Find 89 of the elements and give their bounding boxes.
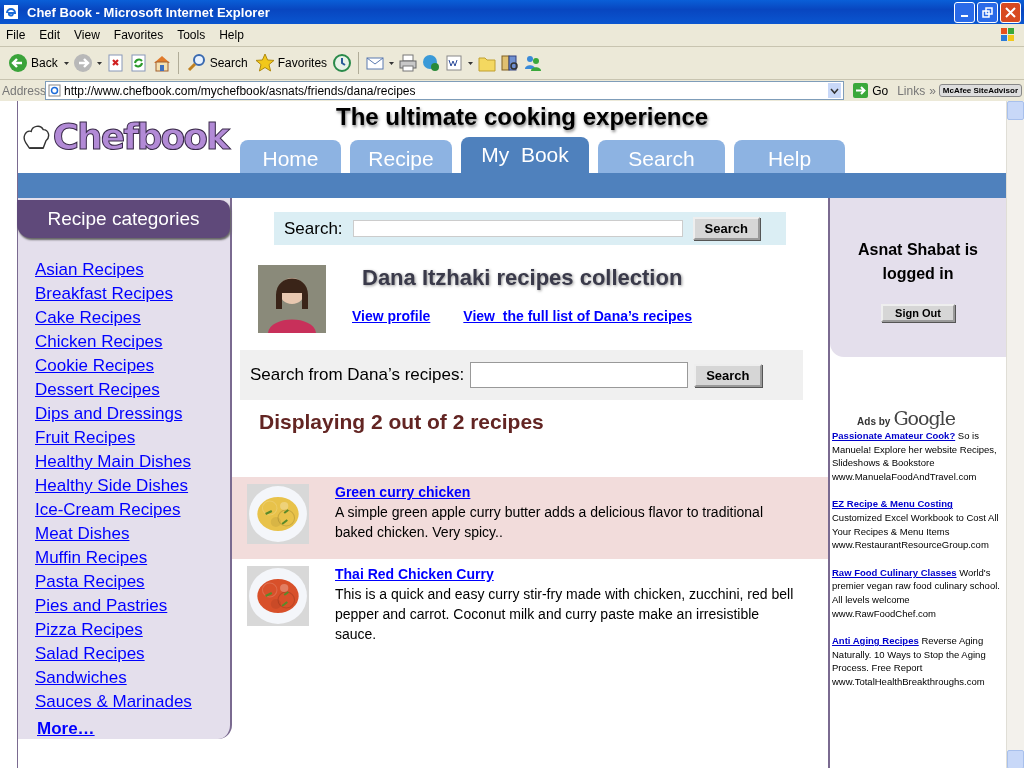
ad-link[interactable]: Passionate Amateur Cook? [832, 430, 956, 441]
word-icon[interactable] [444, 53, 465, 73]
category-link[interactable]: Salad Recipes [35, 642, 145, 666]
category-link[interactable]: Ice-Cream Recipes [35, 498, 181, 522]
go-button[interactable]: Go [847, 83, 895, 98]
more-link[interactable]: More… [37, 719, 230, 739]
profile-link[interactable]: View profile [352, 308, 431, 324]
category-link[interactable]: Cookie Recipes [35, 354, 155, 378]
favorites-button[interactable]: Favorites [252, 53, 330, 73]
category-link[interactable]: Dips and Dressings [35, 402, 183, 426]
stop-icon[interactable] [105, 53, 126, 73]
ad-text: EZ Recipe & Menu Costing Customized Excel Workbook to Cost All Your Recipes & Menu Items www.RestaurantResourceGroup.com [831, 497, 1000, 552]
recipe-row[interactable]: Thai Red Chicken Curry This is a quick and easy curry stir-fry made with chicken, zucchini, red bell pepper and carrot. Coconut milk and curry paste make an irresistible sauce. [232, 559, 828, 652]
search-icon[interactable] [186, 53, 207, 73]
menu-item[interactable]: Help [212, 28, 251, 42]
ad-text: Passionate Amateur Cook? So is Manuela! Explore her website Recipes, Slideshows & Bookstore www.ManuelaFoodAndTravel.com [831, 429, 998, 484]
ads-brand: Google [893, 407, 955, 429]
category-link[interactable]: Pizza Recipes [35, 618, 143, 642]
avatar [258, 265, 326, 333]
category-link[interactable]: Meat Dishes [35, 522, 130, 546]
sidebar-title: Recipe categories [17, 200, 230, 238]
category-link[interactable]: Sauces & Marinades [35, 690, 192, 714]
category-link[interactable]: Cake Recipes [35, 306, 141, 330]
back-icon[interactable] [8, 53, 28, 73]
category-link[interactable]: Healthy Side Dishes [35, 474, 189, 498]
recipe-row[interactable]: Green curry chicken A simple green apple curry butter adds a delicious flavor to traditional baked chicken. Very spicy.. [232, 477, 828, 559]
address-url: http://www.chefbook.com/mychefbook/asnats/friends/dana/recipes [64, 83, 417, 98]
search-button[interactable]: Search [692, 217, 760, 240]
recipe-link[interactable]: Thai Red Chicken Curry [335, 566, 494, 582]
restore-button[interactable] [977, 1, 998, 23]
window-title: Chef Book - Microsoft Internet Explorer [27, 4, 271, 20]
menu-item[interactable]: Edit [32, 28, 68, 42]
profile-link[interactable]: View the full list of Dana’s recipes [463, 308, 693, 324]
recipe-link[interactable]: Green curry chicken [335, 484, 471, 500]
menu-item[interactable]: Favorites [106, 28, 171, 42]
minimize-icon [961, 14, 968, 17]
history-icon[interactable] [332, 53, 353, 73]
scrollbar[interactable] [1006, 101, 1024, 768]
recipe-description: This is a quick and easy curry stir-fry made with chicken, zucchini, red bell pepper and carrot. Coconut milk and curry paste make an irresistible sauce. [335, 585, 795, 644]
category-link[interactable]: Dessert Recipes [35, 378, 160, 402]
dropdown-icon[interactable] [828, 83, 842, 98]
page-icon [48, 84, 61, 97]
recipe-description: A simple green apple curry butter adds a delicious flavor to traditional baked chicken. Very spicy.. [335, 503, 764, 542]
messenger-icon[interactable] [421, 53, 442, 73]
ad-text: Anti Aging Recipes Reverse Aging Naturally. 10 Ways to Stop the Aging Process. Free Report www.TotalHealthBreakthroughs.com [831, 634, 987, 689]
search-field[interactable] [352, 220, 683, 237]
menu-item[interactable]: File [0, 28, 33, 42]
menu-item[interactable]: View [67, 28, 107, 42]
close-button[interactable] [1000, 1, 1021, 23]
links-label[interactable]: Links [897, 83, 926, 98]
back-button[interactable]: Back [6, 53, 60, 73]
ads-label: Ads by [857, 416, 891, 427]
results-count: Displaying 2 out of 2 recipes [259, 410, 545, 434]
favorites-icon[interactable] [254, 53, 275, 73]
siteadvisor-button[interactable]: McAfee SiteAdvisor [938, 84, 1022, 97]
address-field[interactable]: http://www.chefbook.com/mychefbook/asnats/friends/dana/recipes [45, 81, 845, 100]
search-button[interactable]: Search [694, 363, 762, 387]
browser-icon [3, 4, 19, 20]
ad-link[interactable]: Raw Food Culinary Classes [832, 566, 957, 578]
category-link[interactable]: Asian Recipes [35, 258, 144, 282]
category-link[interactable]: Pies and Pastries [35, 594, 168, 618]
sign-out-button[interactable]: Sign Out [881, 304, 955, 322]
site-tagline: The ultimate cooking experience [336, 103, 709, 131]
recipe-search-field[interactable] [470, 362, 689, 388]
category-link[interactable]: Fruit Recipes [35, 426, 136, 450]
ad-text: Raw Food Culinary Classes World's premier vegan raw food culinary school. All levels welcome www.RawFoodChef.com [831, 565, 1001, 621]
category-link[interactable]: Breakfast Recipes [35, 282, 173, 306]
category-link[interactable]: Healthy Main Dishes [35, 450, 191, 474]
search-label: Search: [284, 218, 343, 239]
search-button[interactable]: Search [184, 53, 250, 73]
login-status: Asnat Shabat is logged in [857, 240, 979, 284]
refresh-icon[interactable] [128, 53, 149, 73]
category-link[interactable]: Sandwiches [35, 666, 127, 690]
category-link[interactable]: Pasta Recipes [35, 570, 145, 594]
collection-heading: Dana Itzhaki recipes collection [362, 265, 684, 291]
category-link[interactable]: Chicken Recipes [35, 330, 163, 354]
windows-logo-icon [1000, 27, 1016, 43]
ad-link[interactable]: EZ Recipe & Menu Costing [832, 498, 953, 510]
nav-tab[interactable]: My Book [461, 137, 589, 173]
chevron[interactable]: » [929, 83, 936, 98]
ad-link[interactable]: Anti Aging Recipes [832, 635, 919, 647]
menu-item[interactable]: Tools [170, 28, 213, 42]
close-icon [1005, 6, 1016, 18]
category-link[interactable]: Muffin Recipes [35, 546, 148, 570]
research-icon[interactable] [500, 53, 521, 73]
restore-icon [982, 6, 993, 18]
arrow-icon [853, 83, 869, 98]
recipe-search-label: Search from Dana’s recipes: [250, 365, 465, 385]
minimize-button[interactable] [954, 1, 975, 23]
